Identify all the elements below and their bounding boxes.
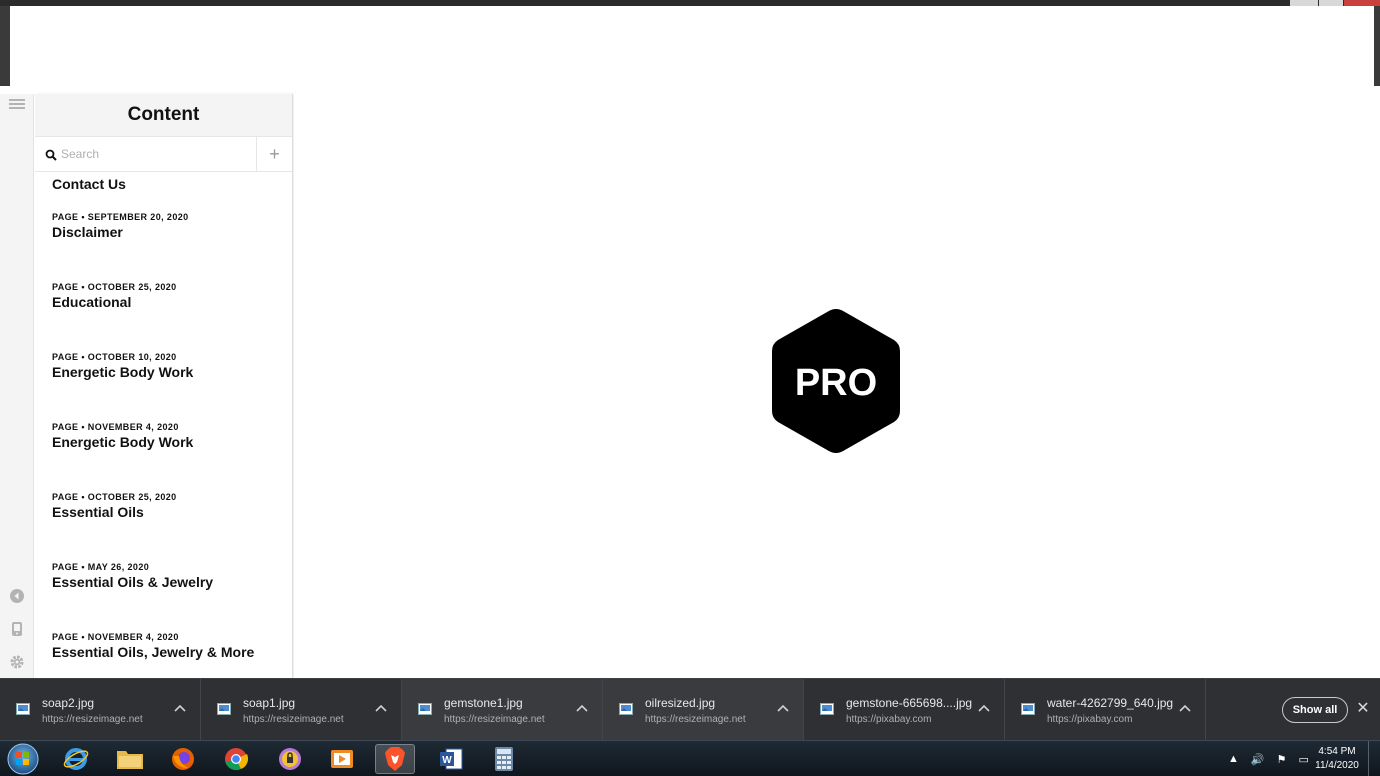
keeper-icon[interactable] (270, 744, 310, 774)
word-icon[interactable]: W (431, 744, 471, 774)
browser-toolbar (10, 6, 1374, 86)
content-item-meta: PAGE • OCTOBER 25, 2020 (52, 492, 177, 502)
image-file-icon (418, 703, 432, 715)
menu-icon[interactable] (9, 96, 25, 112)
media-player-icon[interactable] (322, 744, 362, 774)
chrome-icon[interactable] (216, 744, 256, 774)
content-list-item[interactable]: PAGE • OCTOBER 25, 2020 Essential Oils (35, 454, 292, 524)
download-source-url: https://resizeimage.net (42, 714, 143, 725)
content-list-item[interactable]: PAGE • SEPTEMBER 20, 2020 Disclaimer (35, 174, 292, 244)
show-all-button[interactable]: Show all (1282, 697, 1348, 723)
download-source-url: https://resizeimage.net (645, 714, 746, 725)
chevron-up-icon[interactable] (978, 703, 990, 713)
content-list-item[interactable]: PAGE • OCTOBER 25, 2020 Educational (35, 244, 292, 314)
device-icon[interactable] (9, 621, 25, 637)
taskbar: W ▲ 🔊 ⚑ ▭ 4:54 PM 11/4/2020 (0, 740, 1380, 776)
clock[interactable]: 4:54 PM 11/4/2020 (1308, 745, 1366, 773)
chevron-up-icon[interactable] (1179, 703, 1191, 713)
downloads-bar: soap2.jpg https://resizeimage.net soap1.… (0, 678, 1380, 741)
screen: Content + Contact Us PAGE • SEPTEMBER 20… (0, 0, 1380, 776)
download-item[interactable]: soap2.jpg https://resizeimage.net (0, 679, 201, 741)
internet-explorer-icon[interactable] (56, 744, 96, 774)
file-explorer-icon[interactable] (110, 744, 150, 774)
download-item[interactable]: oilresized.jpg https://resizeimage.net (603, 679, 804, 741)
calculator-icon[interactable] (484, 744, 524, 774)
brave-icon[interactable] (375, 744, 415, 774)
pro-logo: PRO (772, 309, 900, 453)
firefox-icon[interactable] (163, 744, 203, 774)
action-center-flag-icon[interactable]: ⚑ (1277, 753, 1287, 766)
content-item-meta: PAGE • SEPTEMBER 20, 2020 (52, 212, 189, 222)
side-rail (0, 94, 34, 678)
back-circle-icon[interactable] (9, 588, 25, 604)
start-button-icon[interactable] (4, 742, 42, 776)
download-filename: oilresized.jpg (645, 696, 716, 710)
chevron-up-icon[interactable] (174, 703, 186, 713)
preview-area: PRO (294, 94, 1380, 678)
clock-time: 4:54 PM (1318, 746, 1356, 757)
content-item-title: Energetic Body Work (52, 434, 194, 450)
header-spacer (0, 86, 1380, 94)
download-source-url: https://resizeimage.net (444, 714, 545, 725)
app-area: Content + Contact Us PAGE • SEPTEMBER 20… (0, 94, 1380, 678)
download-item[interactable]: soap1.jpg https://resizeimage.net (201, 679, 402, 741)
content-item-title: Essential Oils (52, 504, 144, 520)
image-file-icon (619, 703, 633, 715)
content-item-meta: PAGE • OCTOBER 25, 2020 (52, 282, 177, 292)
download-filename: soap1.jpg (243, 696, 296, 710)
content-item-title: Disclaimer (52, 224, 123, 240)
content-item-meta: PAGE • NOVEMBER 4, 2020 (52, 632, 179, 642)
content-panel-title: Content (35, 94, 292, 137)
content-item-title: Essential Oils, Jewelry & More (52, 644, 255, 660)
content-item-meta: PAGE • OCTOBER 10, 2020 (52, 352, 177, 362)
search-input[interactable] (61, 147, 241, 161)
download-filename: water-4262799_640.jpg (1047, 696, 1174, 710)
download-source-url: https://pixabay.com (1047, 714, 1133, 725)
content-list-item[interactable]: PAGE • MAY 26, 2020 Essential Oils & Jew… (35, 524, 292, 594)
download-filename: gemstone1.jpg (444, 696, 523, 710)
content-item-meta: PAGE • MAY 26, 2020 (52, 562, 150, 572)
pro-logo-text: PRO (795, 362, 877, 404)
search-box (35, 137, 257, 171)
volume-icon[interactable]: 🔊 (1251, 753, 1265, 766)
image-file-icon (820, 703, 834, 715)
search-row: + (35, 137, 292, 172)
download-item[interactable]: gemstone1.jpg https://resizeimage.net (402, 679, 603, 741)
clock-date: 11/4/2020 (1315, 760, 1359, 771)
download-filename: gemstone-665698....jpg (846, 696, 973, 710)
download-item[interactable]: gemstone-665698....jpg https://pixabay.c… (804, 679, 1005, 741)
image-file-icon (217, 703, 231, 715)
content-item-meta: PAGE • NOVEMBER 4, 2020 (52, 422, 179, 432)
chevron-up-icon[interactable] (375, 703, 387, 713)
image-file-icon (16, 703, 30, 715)
content-list-item[interactable]: PAGE • OCTOBER 10, 2020 Energetic Body W… (35, 314, 292, 384)
gear-icon[interactable] (9, 654, 25, 670)
content-panel: Content + Contact Us PAGE • SEPTEMBER 20… (35, 94, 293, 678)
chevron-up-icon[interactable] (777, 703, 789, 713)
image-file-icon (1021, 703, 1035, 715)
add-content-button[interactable]: + (257, 137, 292, 171)
content-item-title: Educational (52, 294, 132, 310)
download-source-url: https://pixabay.com (846, 714, 932, 725)
content-item-title: Energetic Body Work (52, 364, 194, 380)
content-item-title: Essential Oils & Jewelry (52, 574, 214, 590)
window-frame-right (1374, 6, 1380, 86)
show-hidden-icons-icon[interactable]: ▲ (1228, 753, 1239, 765)
svg-text:W: W (442, 755, 452, 766)
chevron-up-icon[interactable] (576, 703, 588, 713)
show-desktop-button[interactable] (1368, 741, 1380, 776)
search-icon (45, 148, 57, 161)
window-frame-left (0, 6, 10, 86)
content-list-item[interactable]: PAGE • NOVEMBER 4, 2020 Energetic Body W… (35, 384, 292, 454)
download-item[interactable]: water-4262799_640.jpg https://pixabay.co… (1005, 679, 1206, 741)
system-tray: ▲ 🔊 ⚑ ▭ (1222, 741, 1315, 776)
close-icon[interactable]: ✕ (1356, 701, 1370, 717)
download-source-url: https://resizeimage.net (243, 714, 344, 725)
content-list-item[interactable]: PAGE • NOVEMBER 4, 2020 Essential Oils, … (35, 594, 292, 664)
download-filename: soap2.jpg (42, 696, 95, 710)
